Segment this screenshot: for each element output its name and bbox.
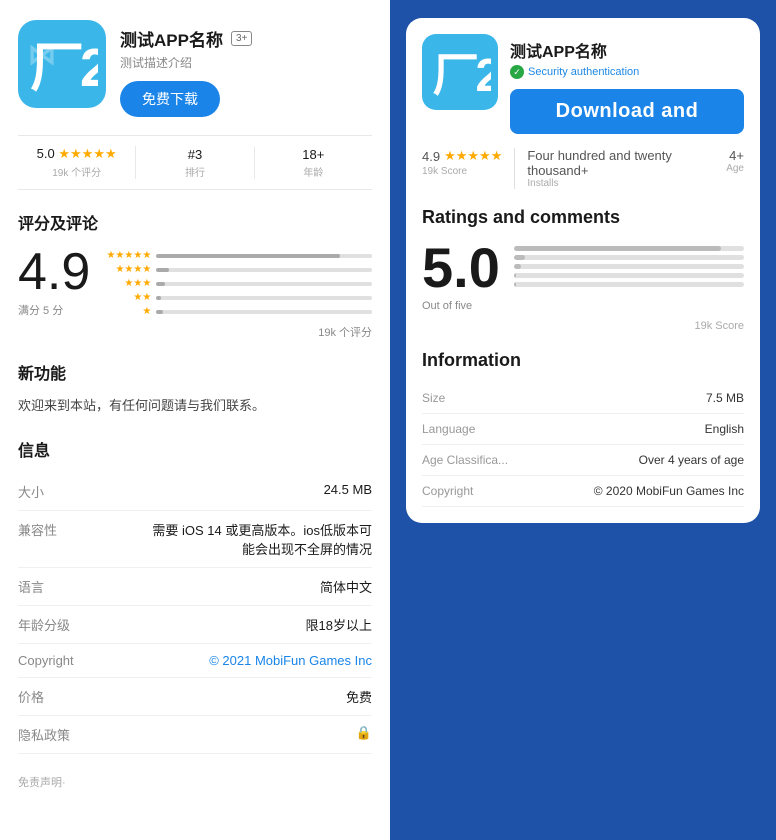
right-app-title: 测试APP名称 [510, 38, 744, 62]
stars-bars-left: ★★★★★ ★★★★ ★★★ ★★ ★ [106, 246, 372, 317]
stat-age-value: 18+ [255, 147, 372, 162]
right-card: 厂28 测试APP名称 ✓ Security authentication Do… [406, 18, 760, 523]
right-info-row-size: Size 7.5 MB [422, 383, 744, 414]
new-features-section: 新功能 欢迎来到本站，有任何问题请与我们联系。 [18, 360, 372, 417]
star-row-3: ★★★ [106, 278, 372, 289]
stats-divider [514, 148, 515, 189]
new-features-text: 欢迎来到本站，有任何问题请与我们联系。 [18, 396, 372, 417]
ratings-title-right: Ratings and comments [422, 207, 744, 228]
stats-row-right: 4.9 ★★★★★ 19k Score Four hundred and twe… [422, 148, 744, 189]
stats-row-left: 5.0 ★★★★★ 19k 个评分 #3 排行 18+ 年龄 [18, 135, 372, 190]
right-installs: Four hundred and twenty thousand+ Instal… [527, 148, 714, 189]
right-info-row-age: Age Classifica... Over 4 years of age [422, 445, 744, 476]
security-auth: ✓ Security authentication [510, 65, 744, 79]
app-header-right: 厂28 测试APP名称 ✓ Security authentication Do… [422, 34, 744, 134]
right-score-stars: 4.9 ★★★★★ 19k Score [422, 148, 502, 177]
age-badge-left: 3+ [231, 31, 252, 46]
info-row-price: 价格 免费 [18, 678, 372, 716]
app-header-left: 厂28 ⋈ 测试APP名称 3+ 测试描述介绍 免费下载 [18, 20, 372, 117]
ratings-count-left: 19k 个评分 [18, 324, 372, 340]
ratings-count-right: 19k Score [422, 320, 744, 332]
security-text: Security authentication [528, 66, 639, 78]
info-row-copyright: Copyright © 2021 MobiFun Games Inc [18, 644, 372, 678]
ratings-section-right: Ratings and comments 5.0 Out of five 19k… [422, 207, 744, 332]
app-title-cn: 测试APP名称 [120, 26, 223, 51]
info-title-left: 信息 [18, 437, 372, 461]
right-info-row-copyright: Copyright © 2020 MobiFun Games Inc [422, 476, 744, 507]
info-row-size: 大小 24.5 MB [18, 473, 372, 511]
right-app-info: 测试APP名称 ✓ Security authentication Downlo… [510, 34, 744, 134]
stat-age-label: 年龄 [255, 164, 372, 179]
right-age: 4+ Age [726, 148, 744, 174]
info-row-age: 年龄分级 限18岁以上 [18, 606, 372, 644]
star-row-1: ★ [106, 306, 372, 317]
info-row-compat: 兼容性 需要 iOS 14 或更高版本。ios低版本可能会出现不全屏的情况 [18, 511, 372, 568]
app-icon-left: 厂28 ⋈ [18, 20, 106, 108]
right-panel: 厂28 测试APP名称 ✓ Security authentication Do… [390, 0, 776, 840]
info-section-left: 信息 大小 24.5 MB 兼容性 需要 iOS 14 或更高版本。ios低版本… [18, 437, 372, 754]
stat-rating-label: 19k 个评分 [18, 164, 135, 179]
star-row-4: ★★★★ [106, 264, 372, 275]
stat-rank-label: 排行 [136, 164, 253, 179]
new-features-title: 新功能 [18, 360, 372, 384]
info-row-privacy: 隐私政策 🔒 [18, 716, 372, 754]
ratings-section-left: 评分及评论 4.9 满分 5 分 ★★★★★ ★★★★ ★★★ [18, 210, 372, 340]
stat-rating-value: 5.0 ★★★★★ [18, 146, 135, 162]
right-info-row-lang: Language English [422, 414, 744, 445]
app-title-row: 测试APP名称 3+ [120, 26, 372, 51]
stat-rating: 5.0 ★★★★★ 19k 个评分 [18, 146, 136, 179]
left-panel: 厂28 ⋈ 测试APP名称 3+ 测试描述介绍 免费下载 5.0 ★★★★★ 1… [0, 0, 390, 840]
stat-rank-value: #3 [136, 147, 253, 162]
app-info-left: 测试APP名称 3+ 测试描述介绍 免费下载 [120, 20, 372, 117]
big-score-right: 5.0 Out of five [422, 240, 500, 312]
download-button-left[interactable]: 免费下载 [120, 81, 220, 117]
disclaimer: 免责声明· [18, 774, 372, 790]
svg-text:⋈: ⋈ [28, 39, 56, 70]
ratings-inner-left: 4.9 满分 5 分 ★★★★★ ★★★★ ★★★ ★★ [18, 246, 372, 318]
download-button-right[interactable]: Download and [510, 89, 744, 134]
info-section-right: Information Size 7.5 MB Language English… [422, 350, 744, 507]
app-subtitle-cn: 测试描述介绍 [120, 54, 372, 71]
app-icon-right: 厂28 [422, 34, 498, 110]
ratings-title-left: 评分及评论 [18, 210, 372, 234]
shield-icon: ✓ [510, 65, 524, 79]
info-title-right: Information [422, 350, 744, 371]
big-score-left: 4.9 满分 5 分 [18, 246, 90, 318]
ratings-inner-right: 5.0 Out of five [422, 240, 744, 312]
stat-rank: #3 排行 [136, 147, 254, 179]
stat-age: 18+ 年龄 [255, 147, 372, 179]
star-row-5: ★★★★★ [106, 250, 372, 261]
star-row-2: ★★ [106, 292, 372, 303]
right-bars [514, 240, 744, 287]
svg-text:厂28: 厂28 [432, 49, 491, 101]
info-row-lang: 语言 简体中文 [18, 568, 372, 606]
